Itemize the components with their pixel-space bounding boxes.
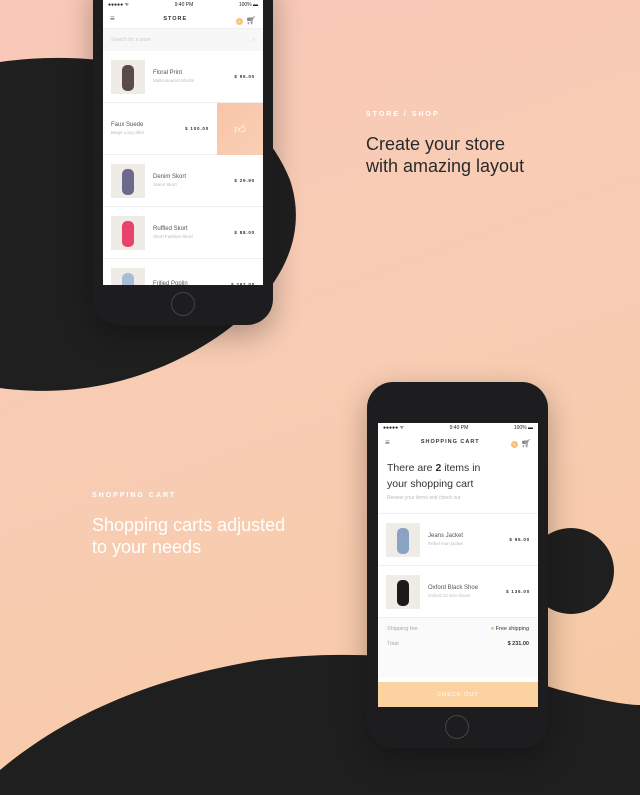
- list-item[interactable]: Ruffled Skort Short Fashion Skort $ 88.00: [103, 207, 263, 259]
- product-name: Oxford Black Shoe: [428, 585, 479, 591]
- product-price: $ 88.00: [234, 230, 255, 235]
- home-button[interactable]: [445, 715, 469, 739]
- list-item[interactable]: Oxford Black Shoe Oxford 12 size shoes $ 1…: [378, 566, 538, 618]
- list-item[interactable]: Floral Print Multicoloured Shorts $ 95.00: [103, 51, 263, 103]
- nav-bar: ≡ SHOPPING CART 2 🛒︎: [378, 432, 538, 452]
- totals: Shipping fee ■ Free shipping Total $ 231.0…: [378, 618, 538, 678]
- product-name: Ruffled Skort: [153, 226, 188, 232]
- headline-cart: Shopping carts adjusted to your needs: [92, 515, 286, 557]
- product-price: $ 100.00: [185, 126, 209, 131]
- page-title: SHOPPING CART: [420, 439, 480, 445]
- product-image: [111, 215, 145, 250]
- phone-cart: ●●●●● ᯤ 9:40 PM 100% ▬ ≡ SHOPPING CART 2 🛒︎…: [367, 382, 548, 748]
- product-price: $ 292.00: [231, 282, 255, 285]
- search-input[interactable]: Search for a store ⌕: [103, 29, 263, 51]
- checkout-button[interactable]: CHECK OUT: [378, 682, 538, 707]
- product-name: Denim Skort: [153, 174, 187, 180]
- search-icon: ⌕: [252, 37, 255, 43]
- cart-summary: There are 2 items in your shopping cart R…: [378, 452, 538, 514]
- cart-badge: 2: [510, 441, 518, 448]
- product-subtitle: Short Fashion Skort: [153, 234, 193, 239]
- store-screen: ●●●●● ᯤ 9:40 PM 100% ▬ ≡ STORE 2 🛒︎ Search …: [103, 0, 263, 285]
- menu-icon[interactable]: ≡: [110, 14, 115, 23]
- product-price: $ 29.90: [234, 178, 255, 183]
- product-name: Frilled Poplin: [153, 280, 188, 286]
- section-label-store: STORE / SHOP: [366, 111, 440, 118]
- section-label-cart: SHOPPING CART: [92, 492, 177, 499]
- list-item[interactable]: Frilled Poplin $ 292.00: [103, 259, 263, 285]
- product-image: [386, 522, 420, 557]
- product-name: Jeans Jacket: [428, 533, 464, 539]
- nav-bar: ≡ STORE 2 🛒︎: [103, 9, 263, 29]
- product-subtitle: Oxford 12 size shoes: [428, 593, 471, 598]
- cart-badge: 2: [235, 17, 243, 25]
- swipe-action-button[interactable]: 👍︎: [217, 103, 263, 155]
- list-item[interactable]: Denim Skort Jeans Skort $ 29.90: [103, 155, 263, 207]
- product-image: [111, 267, 145, 285]
- product-subtitle: Rebel man jacket: [428, 541, 463, 546]
- cart-icon[interactable]: 🛒︎: [521, 439, 531, 448]
- list-item[interactable]: Jeans Jacket Rebel man jacket $ 95.00: [378, 514, 538, 566]
- product-price: $ 95.00: [509, 537, 530, 542]
- product-name: Floral Print: [153, 70, 183, 76]
- product-subtitle: Multicoloured Shorts: [153, 78, 195, 83]
- product-subtitle: Beige Long Skirt: [111, 130, 145, 135]
- product-price: $ 95.00: [234, 74, 255, 79]
- cart-screen: ●●●●● ᯤ 9:40 PM 100% ▬ ≡ SHOPPING CART 2 🛒︎…: [378, 423, 538, 707]
- product-image: [111, 163, 145, 198]
- product-name: Faux Suede: [111, 122, 144, 128]
- list-item[interactable]: Faux Suede Beige Long Skirt $ 100.00 👍︎: [103, 103, 263, 155]
- product-image: [386, 574, 420, 609]
- product-subtitle: Jeans Skort: [153, 182, 177, 187]
- phone-store: ●●●●● ᯤ 9:40 PM 100% ▬ ≡ STORE 2 🛒︎ Search …: [93, 0, 273, 325]
- product-price: $ 136.00: [506, 589, 530, 594]
- status-bar: ●●●●● ᯤ 9:40 PM 100% ▬: [383, 424, 533, 431]
- headline-store: Create your store with amazing layout: [366, 134, 525, 176]
- thumbs-up-icon: 👍︎: [234, 123, 246, 136]
- home-button[interactable]: [171, 292, 195, 316]
- cart-icon[interactable]: 🛒︎: [246, 16, 256, 25]
- menu-icon[interactable]: ≡: [385, 438, 390, 447]
- status-bar: ●●●●● ᯤ 9:40 PM 100% ▬: [108, 1, 258, 8]
- product-image: [111, 59, 145, 94]
- page-title: STORE: [163, 15, 188, 22]
